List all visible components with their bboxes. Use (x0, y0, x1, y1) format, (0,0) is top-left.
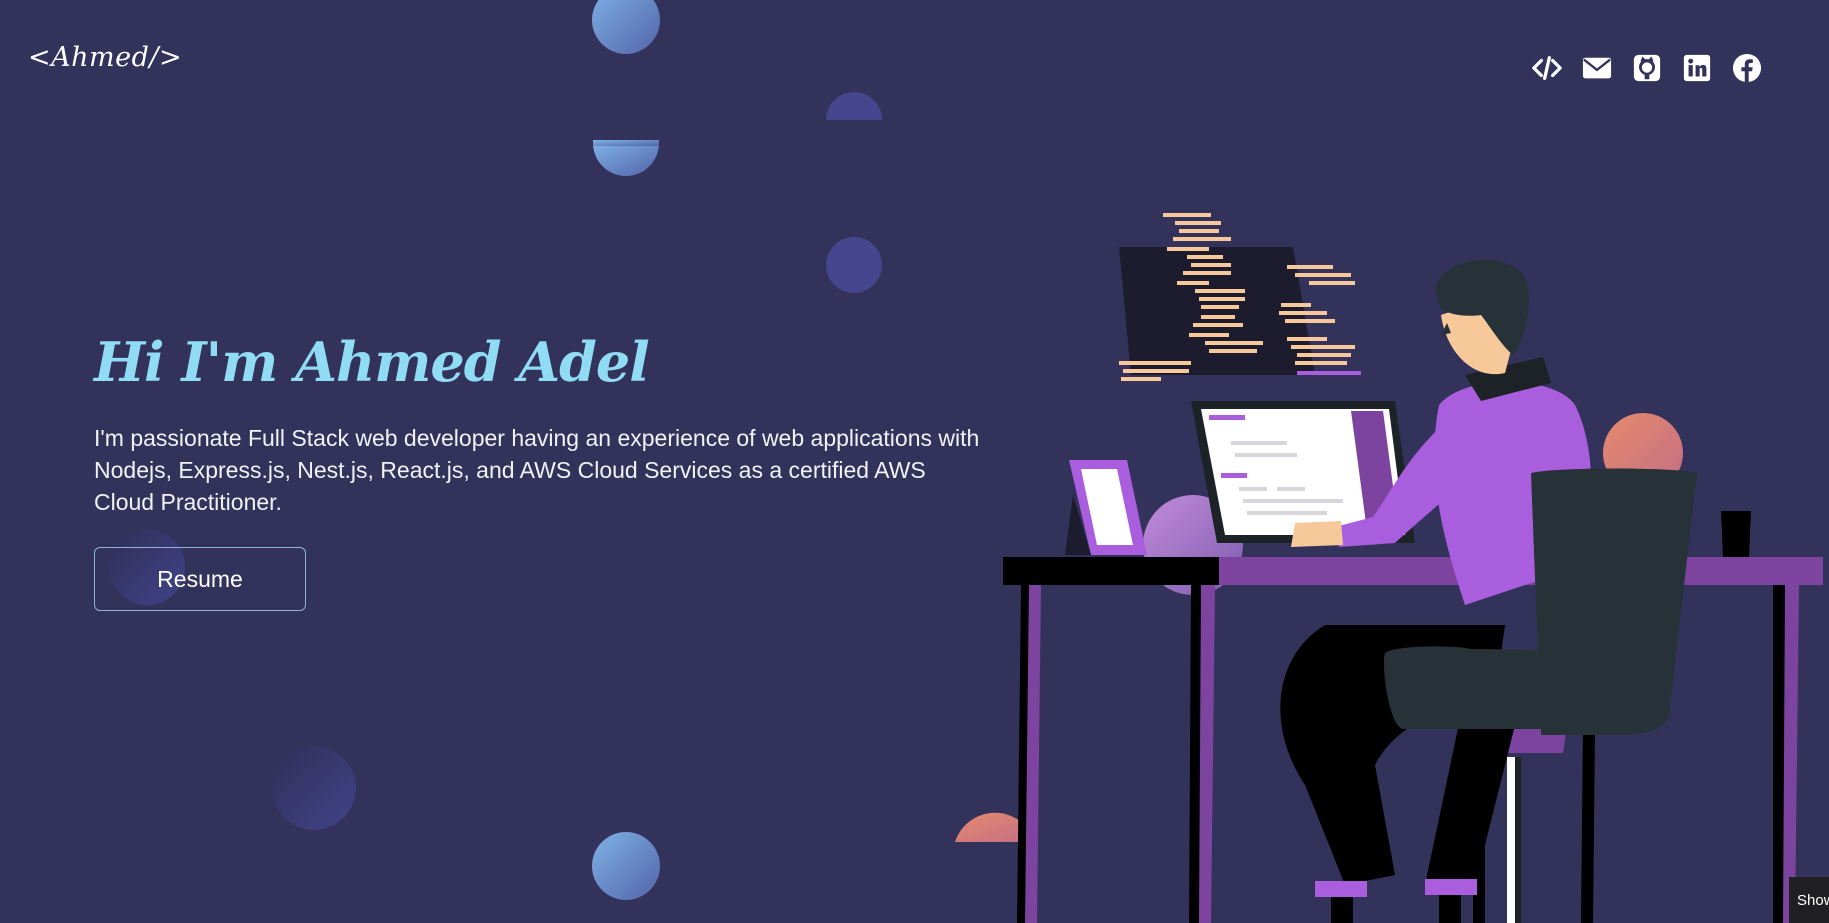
deco-circle (826, 237, 882, 293)
social-links (1531, 52, 1763, 84)
hero-title: Hi I'm Ahmed Adel (94, 330, 650, 394)
github-icon[interactable] (1631, 52, 1663, 84)
deco-circle (592, 0, 660, 54)
resume-button[interactable]: Resume (94, 547, 306, 611)
hero-section: Hi I'm Ahmed Adel I'm passionate Full St… (94, 330, 994, 518)
deco-circle (272, 746, 356, 830)
deco-half-circle (593, 143, 659, 176)
show-tab[interactable]: Show (1789, 877, 1829, 923)
hero-description: I'm passionate Full Stack web developer … (94, 425, 980, 515)
developer-illustration (1003, 213, 1823, 923)
mail-icon[interactable] (1581, 52, 1613, 84)
facebook-icon[interactable] (1731, 52, 1763, 84)
linkedin-icon[interactable] (1681, 52, 1713, 84)
deco-half-circle (826, 92, 882, 120)
code-window (1119, 213, 1361, 381)
deco-circle (592, 832, 660, 900)
site-logo[interactable]: <Ahmed/> (28, 42, 182, 73)
code-icon[interactable] (1531, 52, 1563, 84)
